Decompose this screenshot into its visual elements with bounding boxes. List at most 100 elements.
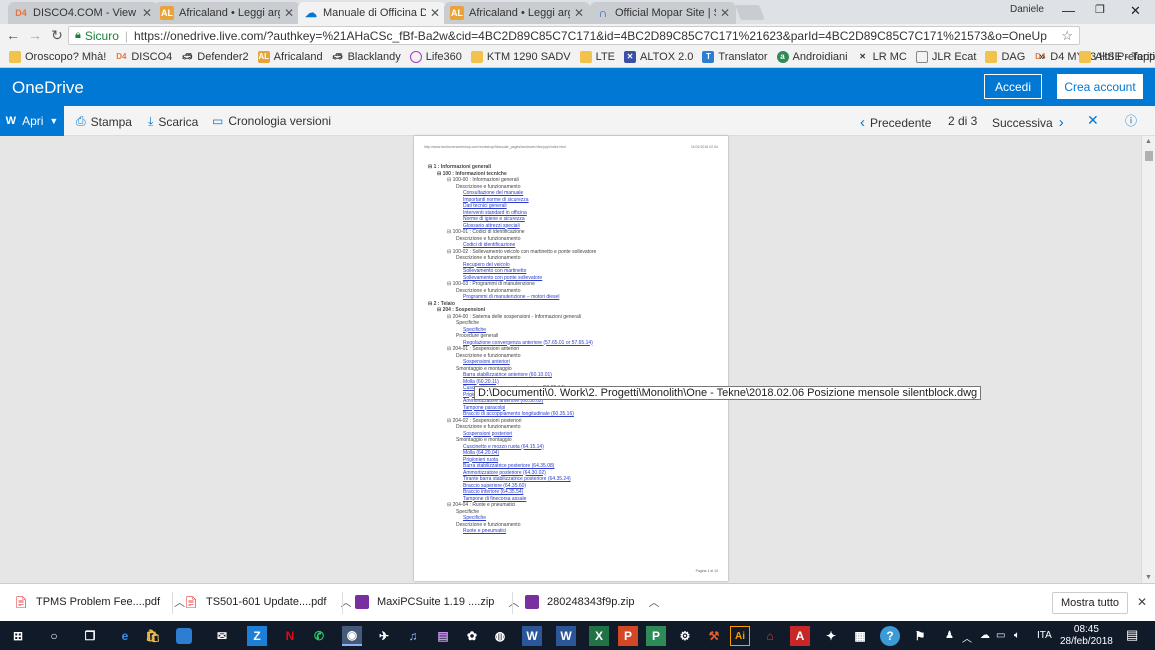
powerpoint-icon[interactable]: P	[618, 626, 638, 646]
download-item[interactable]: MaxiPCSuite 1.19 ....zip ︿	[355, 594, 519, 610]
tab-africaland-2[interactable]: AL Africaland • Leggi argom ✕	[444, 2, 590, 24]
onedrive-logo[interactable]: OneDrive	[12, 78, 84, 98]
app-icon[interactable]: ▤	[433, 626, 453, 646]
mail-icon[interactable]: ✉	[212, 626, 232, 646]
document-page[interactable]: http://www.landroverworkshop.com/worksho…	[414, 136, 728, 581]
help-icon[interactable]: ?	[880, 626, 900, 646]
app-icon[interactable]: P	[646, 626, 666, 646]
other-bookmarks-folder[interactable]: Altri Preferiti	[1079, 50, 1155, 63]
system-clock[interactable]: 08:45 28/feb/2018	[1060, 624, 1113, 648]
bookmark-item[interactable]: AL Africaland	[257, 50, 323, 63]
tab-manuale-officina[interactable]: ☁ Manuale di Officina Defe ✕	[298, 2, 446, 24]
restore-icon[interactable]: ❐	[1095, 3, 1105, 16]
z-app-icon[interactable]: Z	[247, 626, 267, 646]
info-icon[interactable]: ⓘ	[1125, 112, 1137, 129]
close-tab-icon[interactable]: ✕	[574, 6, 584, 20]
tab-disco4[interactable]: D4 DISCO4.COM - View topi ✕	[8, 2, 158, 24]
sign-in-button[interactable]: Accedi	[984, 74, 1042, 99]
app-icon[interactable]: ⚑	[910, 626, 930, 646]
netflix-icon[interactable]: N	[280, 626, 300, 646]
bookmark-item[interactable]: 🚙︎ Blacklandy	[332, 51, 401, 63]
omnibox[interactable]: 🔒︎ Sicuro | https://onedrive.live.com/?a…	[68, 26, 1080, 45]
bookmark-item[interactable]: Oroscopo? Mhà!	[9, 50, 106, 63]
bookmark-item[interactable]: Life360	[409, 50, 462, 63]
windows-start-icon[interactable]: ⊞	[8, 626, 28, 646]
minimize-icon[interactable]: —	[1062, 3, 1075, 18]
scroll-up-icon[interactable]: ▲	[1145, 138, 1152, 145]
volume-icon[interactable]: 🔈︎	[1014, 630, 1020, 641]
action-center-icon[interactable]: ▤	[1126, 627, 1138, 643]
bookmark-item[interactable]: DAG	[985, 50, 1025, 63]
previous-button[interactable]: ‹ Precedente	[860, 114, 931, 131]
open-button[interactable]: W Apri ▼	[0, 106, 64, 136]
profile-name[interactable]: Daniele	[1010, 4, 1044, 15]
excel-icon[interactable]: X	[589, 626, 609, 646]
bookmark-item[interactable]: KTM 1290 SADV	[470, 50, 571, 63]
search-icon[interactable]: ○	[44, 626, 64, 646]
calculator-icon[interactable]: ▦	[850, 626, 870, 646]
autocad-icon[interactable]: A	[790, 626, 810, 646]
scrollbar-thumb[interactable]	[1145, 151, 1153, 161]
close-tab-icon[interactable]: ✕	[720, 6, 730, 20]
bookmark-item[interactable]: D4 DISCO4	[115, 51, 172, 63]
store-icon[interactable]: 🛍︎	[143, 626, 163, 646]
bookmark-item[interactable]: ✕ LR MC	[857, 51, 907, 63]
acrobat-icon[interactable]: ⌂	[760, 626, 780, 646]
task-view-icon[interactable]: ❐	[80, 626, 100, 646]
create-account-button[interactable]: Crea account	[1057, 74, 1143, 99]
app-icon[interactable]: ⚒	[704, 626, 724, 646]
close-shelf-icon[interactable]: ✕	[1137, 595, 1147, 609]
bookmark-item[interactable]: ✕ ALTOX 2.0	[624, 50, 693, 63]
word-icon[interactable]: W	[556, 626, 576, 646]
app-icon[interactable]: ✦	[821, 626, 841, 646]
close-tab-icon[interactable]: ✕	[284, 6, 294, 20]
tools-icon[interactable]: ⚙	[675, 626, 695, 646]
download-item[interactable]: 280248343f9p.zip ︿	[525, 594, 659, 610]
edge-icon[interactable]: e	[115, 626, 135, 646]
whatsapp-icon[interactable]: ✆	[309, 626, 329, 646]
back-icon[interactable]: ←	[4, 27, 22, 43]
url-text[interactable]: https://onedrive.live.com/?authkey=%21AH…	[134, 29, 1047, 43]
close-tab-icon[interactable]: ✕	[142, 6, 152, 20]
chevron-up-icon[interactable]: ︿	[648, 594, 659, 610]
reload-icon[interactable]: ↻	[48, 27, 66, 44]
bookmark-item[interactable]: a Androidiani	[776, 50, 848, 63]
chevron-up-icon[interactable]: ︿	[508, 594, 519, 610]
next-button[interactable]: Successiva ›	[992, 114, 1064, 131]
bookmark-item[interactable]: LTE	[579, 50, 615, 63]
chrome-icon[interactable]: ◉	[342, 626, 362, 646]
download-button[interactable]: ⤓ Scarica	[148, 114, 198, 129]
window-close-icon[interactable]: ✕	[1130, 3, 1141, 19]
network-icon[interactable]: ▭	[996, 630, 1005, 641]
app-icon[interactable]	[176, 628, 192, 644]
scroll-down-icon[interactable]: ▼	[1145, 574, 1152, 581]
new-tab-button[interactable]	[735, 5, 765, 20]
bookmark-item[interactable]: T Translator	[702, 50, 768, 63]
onedrive-tray-icon[interactable]: ☁	[980, 630, 990, 641]
forward-icon[interactable]: →	[26, 27, 44, 43]
people-icon[interactable]: ♟	[945, 630, 954, 641]
document-link[interactable]: Ruote e pneumatici	[428, 528, 722, 535]
download-item[interactable]: 📄︎ TPMS Problem Fee....pdf ︿	[14, 594, 185, 610]
input-language[interactable]: ITA	[1037, 630, 1052, 641]
close-tab-icon[interactable]: ✕	[430, 6, 440, 20]
bookmark-item[interactable]: JLR Ecat	[915, 50, 976, 63]
download-item[interactable]: 📄︎ TS501-601 Update....pdf ︿	[184, 594, 351, 610]
music-icon[interactable]: ♫	[403, 626, 423, 646]
app-icon[interactable]: ✈	[374, 626, 394, 646]
bookmarks-overflow-button[interactable]: »	[1039, 51, 1045, 63]
illustrator-icon[interactable]: Ai	[730, 626, 750, 646]
version-history-button[interactable]: ▭ Cronologia versioni	[212, 114, 331, 128]
tab-mopar[interactable]: ∩ Official Mopar Site | Serv ✕	[590, 2, 736, 24]
app-icon[interactable]: ✿	[462, 626, 482, 646]
close-viewer-icon[interactable]: ✕	[1087, 112, 1099, 129]
word-icon[interactable]: W	[522, 626, 542, 646]
tray-chevron-icon[interactable]: ︿	[962, 630, 972, 645]
app-icon[interactable]: ◍	[490, 626, 510, 646]
vertical-scrollbar[interactable]: ▲ ▼	[1141, 136, 1155, 583]
tab-africaland-1[interactable]: AL Africaland • Leggi argom ✕	[154, 2, 300, 24]
bookmark-star-icon[interactable]: ☆	[1061, 28, 1073, 44]
show-all-button[interactable]: Mostra tutto	[1052, 592, 1128, 614]
print-button[interactable]: ⎙ Stampa	[76, 114, 132, 129]
bookmark-item[interactable]: 🚙︎ Defender2	[181, 51, 248, 63]
